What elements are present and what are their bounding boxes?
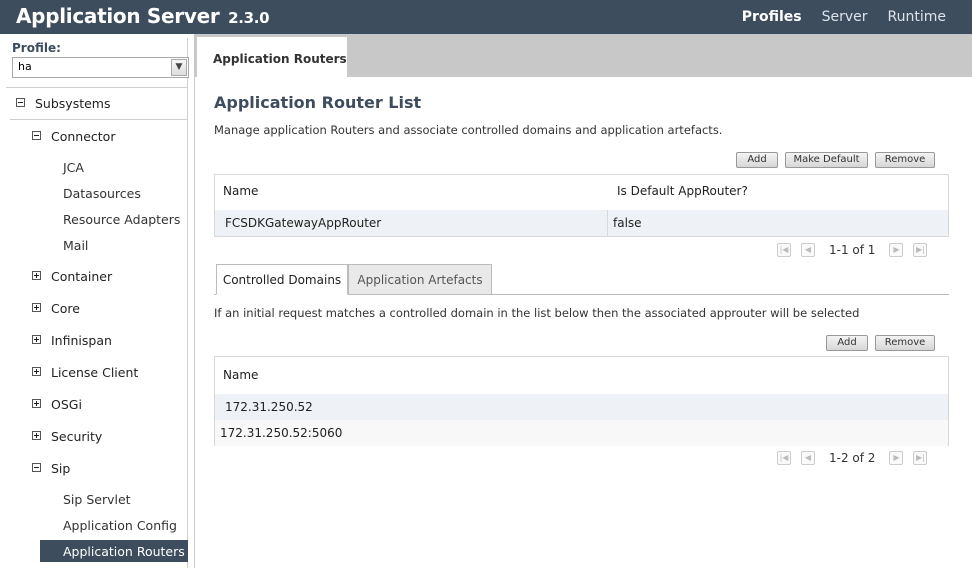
divider — [10, 119, 188, 120]
tree-label: License Client — [51, 365, 139, 380]
next-page-icon[interactable]: ▶ — [889, 243, 904, 257]
tree-label: Core — [51, 301, 80, 316]
tree-item-resource-adapters[interactable]: Resource Adapters — [63, 212, 180, 230]
tree-label: Subsystems — [35, 96, 111, 111]
first-page-icon[interactable]: |◀ — [777, 243, 791, 257]
next-page-icon[interactable]: ▶ — [889, 451, 904, 465]
router-table: Name Is Default AppRouter? FCSDKGatewayA… — [214, 174, 949, 237]
app-header: Application Server 2.3.0 Profiles Server… — [0, 0, 972, 34]
tree-label: Infinispan — [51, 333, 112, 348]
remove-domain-button[interactable]: Remove — [875, 335, 935, 351]
collapse-icon[interactable] — [32, 131, 41, 140]
pager-status: 1-2 of 2 — [829, 451, 876, 465]
sidebar: Profile: ha ▼ Subsystems Connector JCA D… — [6, 38, 189, 568]
expand-icon[interactable] — [32, 431, 41, 440]
tree-label: OSGi — [51, 397, 82, 412]
column-header-name[interactable]: Name — [223, 357, 258, 391]
tab-bar: Application Routers — [194, 34, 972, 77]
tree-item-mail[interactable]: Mail — [63, 238, 88, 256]
tree-item-application-routers[interactable]: Application Routers — [40, 540, 188, 562]
app-version: 2.3.0 — [228, 9, 270, 27]
tab-application-artefacts[interactable]: Application Artefacts — [348, 264, 492, 295]
column-divider — [607, 210, 608, 236]
tree-label: Sip — [51, 461, 71, 476]
profile-select-value: ha — [18, 60, 32, 73]
column-header-name[interactable]: Name — [223, 175, 258, 209]
tree-item-security[interactable]: Security — [32, 429, 102, 447]
tree-label: Connector — [51, 129, 116, 144]
tab-controlled-domains[interactable]: Controlled Domains — [216, 264, 348, 295]
domains-note: If an initial request matches a controll… — [214, 306, 860, 320]
table-row[interactable]: 172.31.250.52 — [215, 394, 948, 420]
detail-tabs: Controlled Domains Application Artefacts — [214, 264, 949, 295]
router-pager: |◀ ◀ 1-1 of 1 ▶ ▶| — [777, 243, 928, 257]
add-router-button[interactable]: Add — [736, 152, 778, 168]
router-is-default: false — [613, 216, 642, 230]
tree-item-license-client[interactable]: License Client — [32, 365, 138, 383]
tab-application-routers[interactable]: Application Routers — [197, 37, 347, 77]
page-description: Manage application Routers and associate… — [214, 123, 723, 137]
domain-value: 172.31.250.52 — [225, 400, 313, 414]
tree-item-sip-servlet[interactable]: Sip Servlet — [63, 492, 131, 510]
tree-item-connector[interactable]: Connector — [32, 129, 115, 147]
expand-icon[interactable] — [32, 335, 41, 344]
main-panel: Application Router List Manage applicati… — [194, 77, 972, 568]
app-name: Application Server — [16, 4, 220, 28]
tree-item-jca[interactable]: JCA — [63, 160, 84, 178]
nav-runtime[interactable]: Runtime — [888, 9, 946, 25]
profile-label: Profile: — [12, 41, 61, 55]
first-page-icon[interactable]: |◀ — [777, 451, 791, 465]
prev-page-icon[interactable]: ◀ — [801, 243, 815, 257]
make-default-button[interactable]: Make Default — [785, 152, 868, 168]
tree-item-core[interactable]: Core — [32, 301, 80, 319]
domain-value: 172.31.250.52:5060 — [220, 426, 343, 440]
table-row[interactable]: 172.31.250.52:5060 — [215, 420, 948, 446]
add-domain-button[interactable]: Add — [826, 335, 868, 351]
tree-item-application-config[interactable]: Application Config — [63, 518, 177, 536]
expand-icon[interactable] — [32, 399, 41, 408]
collapse-icon[interactable] — [16, 98, 25, 107]
last-page-icon[interactable]: ▶| — [913, 243, 928, 257]
top-nav: Profiles Server Runtime — [742, 9, 946, 25]
remove-router-button[interactable]: Remove — [875, 152, 935, 168]
tree-item-infinispan[interactable]: Infinispan — [32, 333, 112, 351]
tree-item-subsystems[interactable]: Subsystems — [16, 96, 111, 114]
table-row[interactable]: FCSDKGatewayAppRouter false — [215, 210, 948, 236]
collapse-icon[interactable] — [32, 463, 41, 472]
last-page-icon[interactable]: ▶| — [913, 451, 928, 465]
domains-table: Name 172.31.250.52 172.31.250.52:5060 — [214, 356, 949, 446]
prev-page-icon[interactable]: ◀ — [801, 451, 815, 465]
tree-item-osgi[interactable]: OSGi — [32, 397, 82, 415]
tree-item-sip[interactable]: Sip — [32, 461, 70, 479]
expand-icon[interactable] — [32, 367, 41, 376]
tree-item-container[interactable]: Container — [32, 269, 112, 287]
domains-pager: |◀ ◀ 1-2 of 2 ▶ ▶| — [777, 451, 928, 465]
expand-icon[interactable] — [32, 271, 41, 280]
pager-status: 1-1 of 1 — [829, 243, 876, 257]
profile-select[interactable]: ha ▼ — [12, 57, 189, 78]
divider — [6, 87, 188, 88]
expand-icon[interactable] — [32, 303, 41, 312]
nav-server[interactable]: Server — [822, 9, 868, 25]
page-title: Application Router List — [214, 93, 422, 112]
tree-label: Container — [51, 269, 113, 284]
router-name: FCSDKGatewayAppRouter — [225, 216, 382, 230]
tree-item-datasources[interactable]: Datasources — [63, 186, 141, 204]
tree-label: Security — [51, 429, 103, 444]
chevron-down-icon[interactable]: ▼ — [171, 59, 187, 76]
app-title: Application Server 2.3.0 — [16, 4, 270, 28]
nav-profiles[interactable]: Profiles — [742, 9, 802, 25]
column-header-is-default[interactable]: Is Default AppRouter? — [617, 175, 748, 209]
